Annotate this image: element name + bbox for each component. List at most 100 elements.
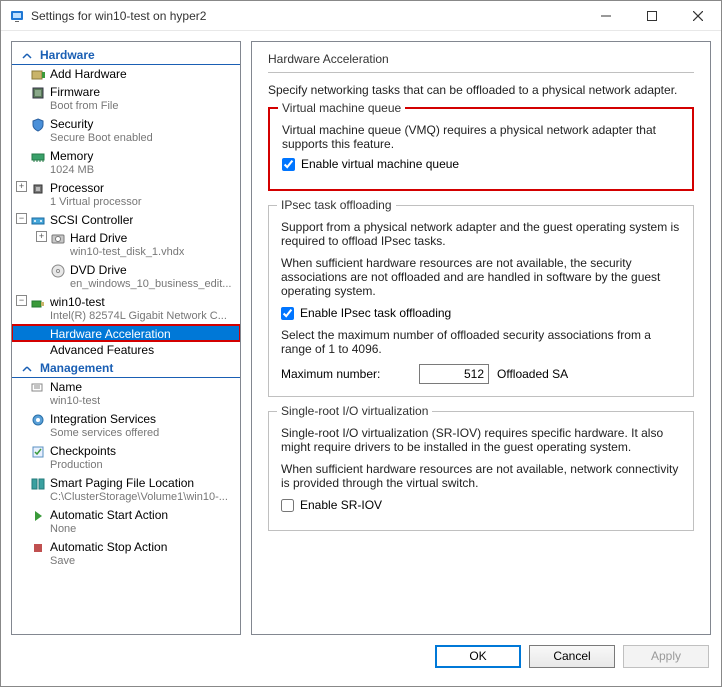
section-management-label: Management — [40, 361, 113, 375]
group-vmq: Virtual machine queue Virtual machine qu… — [268, 107, 694, 191]
tree-firmware-sub: Boot from File — [50, 99, 118, 115]
vmq-checkbox-label: Enable virtual machine queue — [301, 157, 459, 171]
vmq-checkbox[interactable] — [282, 158, 295, 171]
tag-icon — [30, 380, 46, 396]
checkpoint-icon — [30, 444, 46, 460]
tree-security-label: Security — [50, 117, 153, 131]
tree-add-hardware-label: Add Hardware — [50, 67, 127, 81]
maximize-button[interactable] — [629, 1, 675, 31]
detail-intro: Specify networking tasks that can be off… — [268, 83, 694, 97]
apply-button[interactable]: Apply — [623, 645, 709, 668]
tree-auto-stop-sub: Save — [50, 554, 167, 570]
start-action-icon — [30, 508, 46, 524]
tree-firmware[interactable]: Firmware Boot from File — [12, 83, 240, 115]
collapse-icon[interactable]: − — [16, 295, 27, 306]
navigation-tree[interactable]: Hardware Add Hardware Firmware Boot from… — [11, 41, 241, 635]
tree-auto-stop-label: Automatic Stop Action — [50, 540, 167, 554]
section-hardware-label: Hardware — [40, 48, 95, 62]
tree-adv-feat-label: Advanced Features — [50, 343, 154, 357]
controller-icon — [30, 213, 46, 229]
tree-checkpoints-sub: Production — [50, 458, 116, 474]
tree-auto-start-label: Automatic Start Action — [50, 508, 168, 522]
vmq-description: Virtual machine queue (VMQ) requires a p… — [282, 123, 680, 151]
tree-hard-drive[interactable]: + Hard Drive win10-test_disk_1.vhdx — [12, 229, 240, 261]
tree-auto-start-sub: None — [50, 522, 168, 538]
tree-processor-sub: 1 Virtual processor — [50, 195, 142, 211]
tree-nic-label: win10-test — [50, 295, 227, 309]
group-vmq-legend: Virtual machine queue — [278, 101, 405, 115]
tree-auto-start[interactable]: Automatic Start Action None — [12, 506, 240, 538]
detail-title: Hardware Acceleration — [268, 52, 694, 70]
tree-paging-file[interactable]: Smart Paging File Location C:\ClusterSto… — [12, 474, 240, 506]
tree-paging-label: Smart Paging File Location — [50, 476, 228, 490]
tree-auto-stop[interactable]: Automatic Stop Action Save — [12, 538, 240, 570]
tree-name-sub: win10-test — [50, 394, 100, 410]
chevron-down-icon — [22, 50, 32, 60]
dvd-icon — [50, 263, 66, 279]
tree-memory[interactable]: Memory 1024 MB — [12, 147, 240, 179]
ipsec-checkbox-label: Enable IPsec task offloading — [300, 306, 451, 320]
section-hardware[interactable]: Hardware — [12, 46, 240, 65]
cancel-button[interactable]: Cancel — [529, 645, 615, 668]
ipsec-checkbox[interactable] — [281, 307, 294, 320]
tree-dvd-drive[interactable]: DVD Drive en_windows_10_business_edit... — [12, 261, 240, 293]
ipsec-max-row: Maximum number: Offloaded SA — [281, 364, 681, 384]
tree-add-hardware[interactable]: Add Hardware — [12, 65, 240, 83]
cpu-icon — [30, 181, 46, 197]
tree-memory-label: Memory — [50, 149, 94, 163]
tree-network-adapter[interactable]: − win10-test Intel(R) 82574L Gigabit Net… — [12, 293, 240, 325]
expand-icon[interactable]: + — [36, 231, 47, 242]
tree-integration-label: Integration Services — [50, 412, 159, 426]
close-button[interactable] — [675, 1, 721, 31]
ipsec-checkbox-row[interactable]: Enable IPsec task offloading — [281, 306, 681, 320]
ipsec-max-input[interactable] — [419, 364, 489, 384]
tree-paging-sub: C:\ClusterStorage\Volume1\win10-... — [50, 490, 228, 506]
tree-firmware-label: Firmware — [50, 85, 118, 99]
add-hardware-icon — [30, 67, 46, 83]
stop-action-icon — [30, 540, 46, 556]
tree-name[interactable]: Name win10-test — [12, 378, 240, 410]
tree-checkpoints[interactable]: Checkpoints Production — [12, 442, 240, 474]
ok-button[interactable]: OK — [435, 645, 521, 668]
tree-processor[interactable]: + Processor 1 Virtual processor — [12, 179, 240, 211]
vmq-checkbox-row[interactable]: Enable virtual machine queue — [282, 157, 680, 171]
tree-memory-sub: 1024 MB — [50, 163, 94, 179]
chevron-down-icon — [22, 363, 32, 373]
tree-dvd-label: DVD Drive — [70, 263, 231, 277]
firmware-icon — [30, 85, 46, 101]
tree-checkpoints-label: Checkpoints — [50, 444, 116, 458]
tree-scsi[interactable]: − SCSI Controller — [12, 211, 240, 229]
tree-dvd-sub: en_windows_10_business_edit... — [70, 277, 231, 293]
tree-hardware-acceleration[interactable]: Hardware Acceleration — [12, 325, 240, 341]
tree-security-sub: Secure Boot enabled — [50, 131, 153, 147]
minimize-button[interactable] — [583, 1, 629, 31]
tree-hard-drive-label: Hard Drive — [70, 231, 184, 245]
tree-integration-sub: Some services offered — [50, 426, 159, 442]
title-bar: Settings for win10-test on hyper2 — [1, 1, 721, 31]
tree-hard-drive-sub: win10-test_disk_1.vhdx — [70, 245, 184, 261]
tree-hw-accel-label: Hardware Acceleration — [50, 327, 171, 341]
collapse-icon[interactable]: − — [16, 213, 27, 224]
shield-icon — [30, 117, 46, 133]
services-icon — [30, 412, 46, 428]
ipsec-max-label: Maximum number: — [281, 367, 411, 381]
sriov-checkbox[interactable] — [281, 499, 294, 512]
expand-icon[interactable]: + — [16, 181, 27, 192]
hard-drive-icon — [50, 231, 66, 247]
tree-integration-services[interactable]: Integration Services Some services offer… — [12, 410, 240, 442]
tree-scsi-label: SCSI Controller — [50, 213, 133, 227]
section-management[interactable]: Management — [12, 359, 240, 378]
dialog-buttons: OK Cancel Apply — [1, 635, 721, 677]
tree-advanced-features[interactable]: Advanced Features — [12, 341, 240, 357]
ipsec-desc2: When sufficient hardware resources are n… — [281, 256, 681, 298]
sriov-checkbox-row[interactable]: Enable SR-IOV — [281, 498, 681, 512]
group-ipsec: IPsec task offloading Support from a phy… — [268, 205, 694, 397]
sriov-desc2: When sufficient hardware resources are n… — [281, 462, 681, 490]
content-area: Hardware Add Hardware Firmware Boot from… — [1, 31, 721, 635]
memory-icon — [30, 149, 46, 165]
tree-security[interactable]: Security Secure Boot enabled — [12, 115, 240, 147]
window-title: Settings for win10-test on hyper2 — [31, 9, 583, 23]
group-sriov: Single-root I/O virtualization Single-ro… — [268, 411, 694, 531]
sriov-checkbox-label: Enable SR-IOV — [300, 498, 382, 512]
sriov-desc1: Single-root I/O virtualization (SR-IOV) … — [281, 426, 681, 454]
